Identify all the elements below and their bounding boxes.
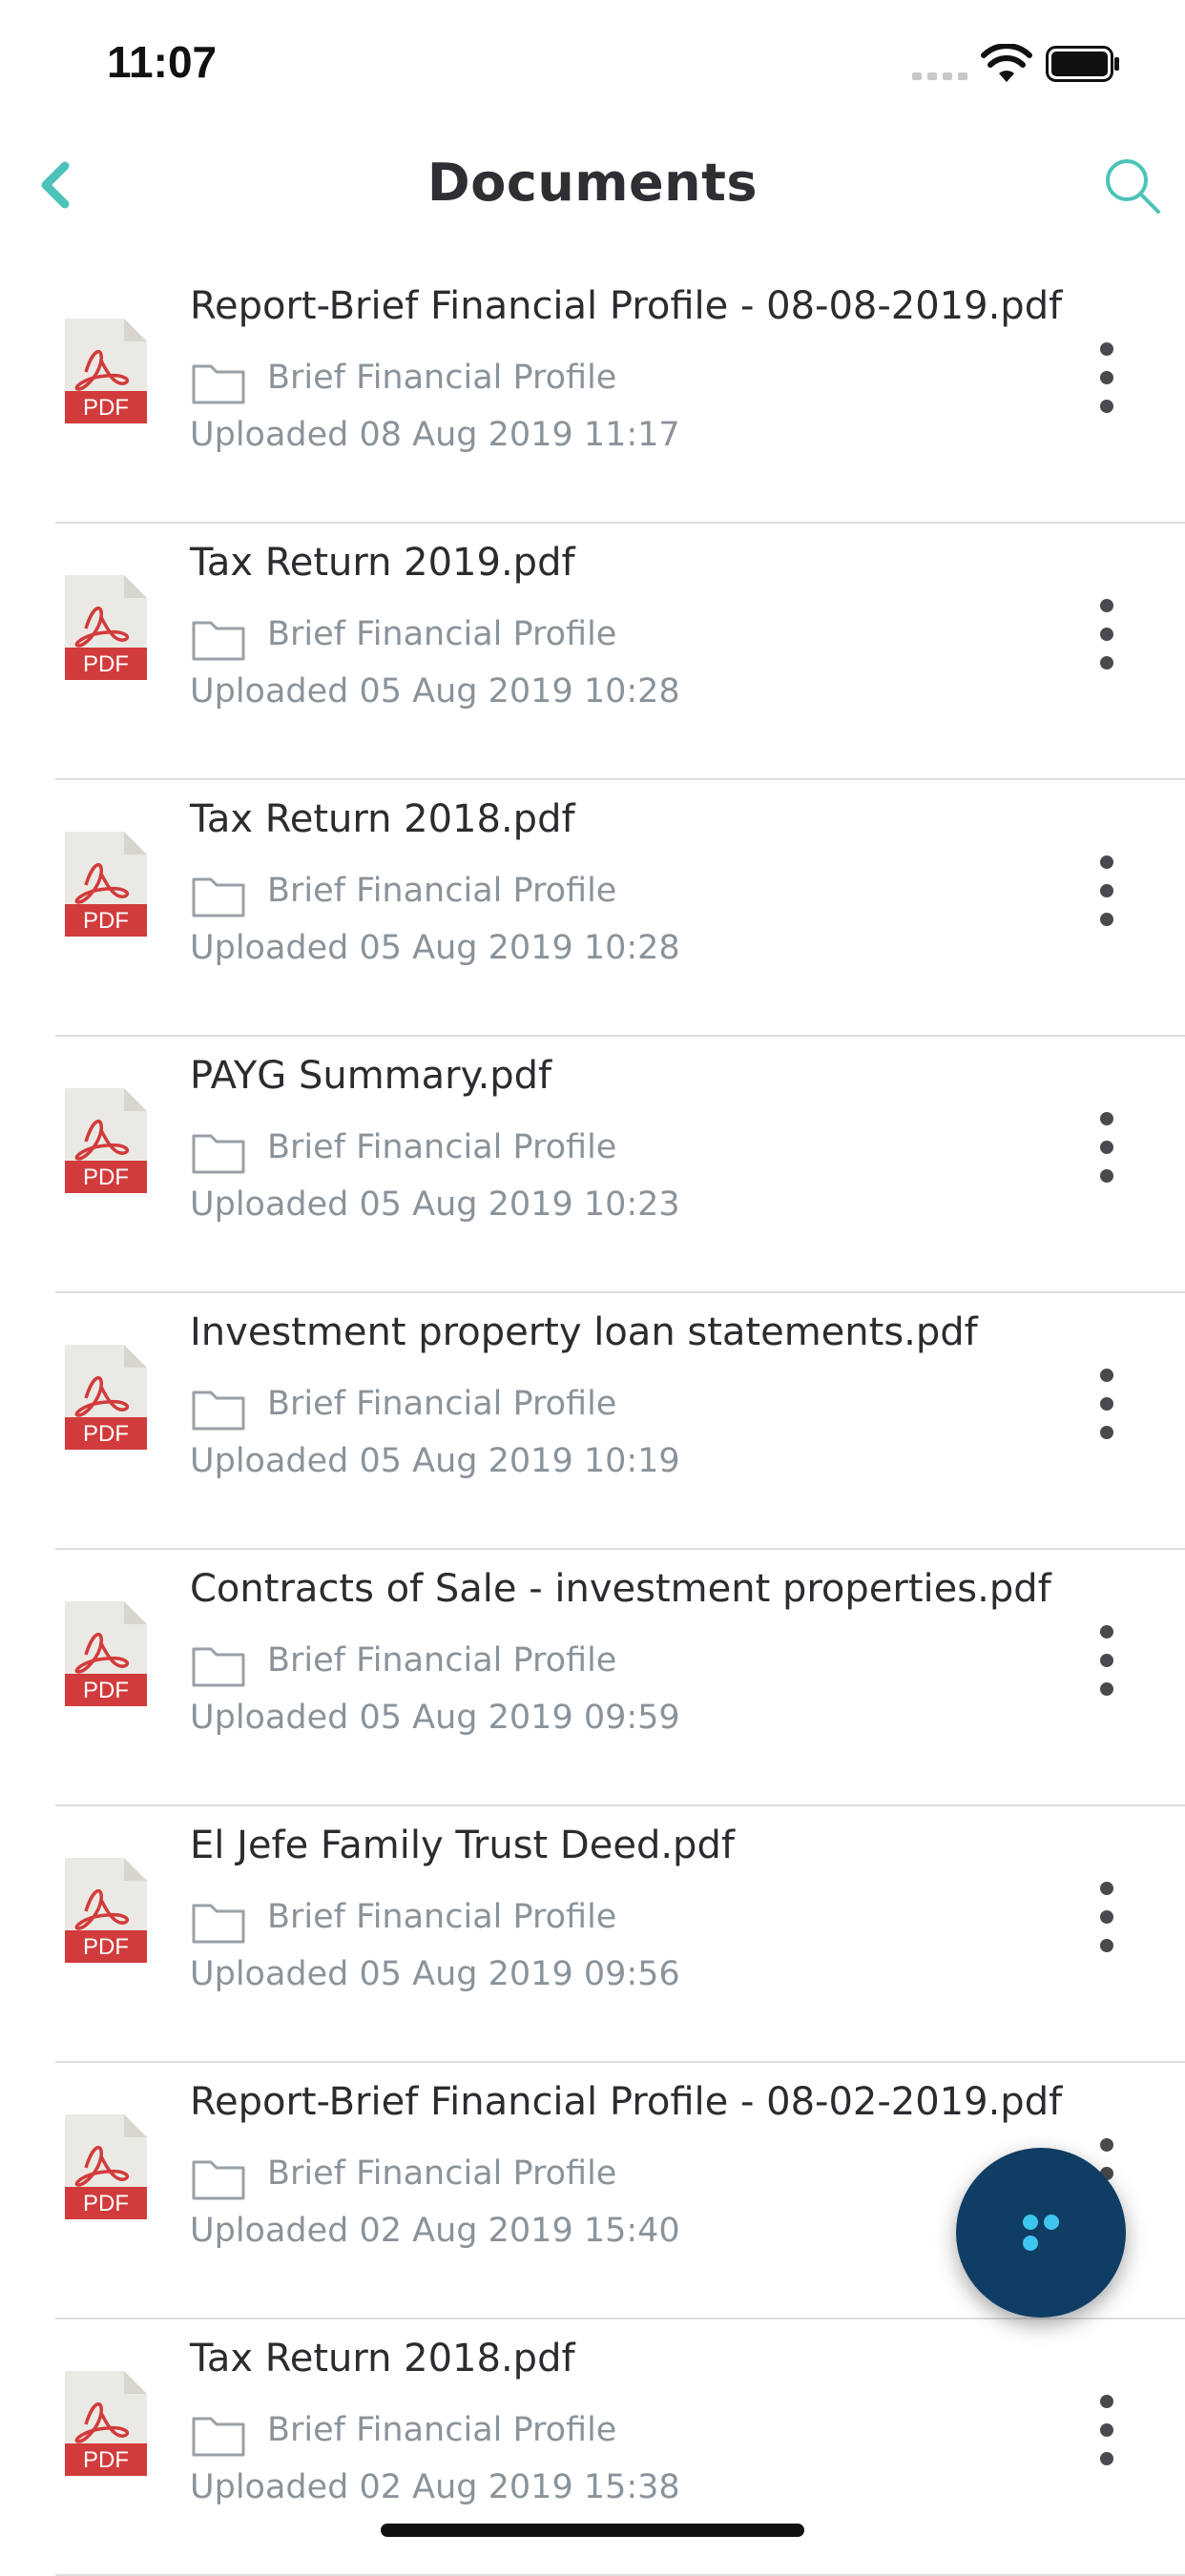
more-options-icon[interactable] (1088, 1109, 1126, 1185)
pdf-badge-label: PDF (83, 908, 129, 934)
folder-name: Brief Financial Profile (267, 2411, 617, 2449)
pdf-file-icon: PDF (65, 1601, 147, 1706)
pdf-file-icon: PDF (65, 832, 147, 937)
uploaded-timestamp: Uploaded 05 Aug 2019 10:23 (190, 1185, 680, 1224)
document-name: Tax Return 2018.pdf (190, 797, 575, 841)
more-options-icon[interactable] (1088, 1366, 1126, 1442)
folder-name: Brief Financial Profile (267, 2154, 617, 2193)
folder-icon (192, 1134, 245, 1174)
document-name: Tax Return 2019.pdf (190, 541, 575, 585)
home-indicator (381, 2524, 804, 2537)
uploaded-timestamp: Uploaded 05 Aug 2019 10:28 (190, 672, 680, 711)
document-name: Tax Return 2018.pdf (190, 2337, 575, 2380)
folder-icon (192, 877, 245, 917)
folder-name: Brief Financial Profile (267, 1898, 617, 1936)
folder-name: Brief Financial Profile (267, 359, 617, 397)
document-row[interactable]: PDF El Jefe Family Trust Deed.pdf Brief … (55, 1806, 1185, 2063)
pdf-badge-label: PDF (83, 1421, 129, 1447)
document-name: El Jefe Family Trust Deed.pdf (190, 1824, 735, 1867)
more-options-icon[interactable] (1088, 1879, 1126, 1955)
uploaded-timestamp: Uploaded 05 Aug 2019 09:59 (190, 1699, 680, 1737)
pdf-badge-label: PDF (83, 651, 129, 677)
document-name: Contracts of Sale - investment propertie… (190, 1567, 1051, 1611)
folder-name: Brief Financial Profile (267, 1385, 617, 1423)
pdf-file-icon: PDF (65, 2371, 147, 2476)
document-row[interactable]: PDF Tax Return 2019.pdf Brief Financial … (55, 524, 1185, 780)
pdf-badge-label: PDF (83, 2447, 129, 2473)
document-row[interactable]: PDF Tax Return 2018.pdf Brief Financial … (55, 780, 1185, 1037)
search-icon (1106, 159, 1160, 214)
document-name: Investment property loan statements.pdf (190, 1310, 978, 1354)
pdf-file-icon: PDF (65, 2114, 147, 2219)
cellular-signal-icon (912, 72, 967, 80)
pdf-file-icon: PDF (65, 1858, 147, 1963)
folder-icon (192, 2160, 245, 2200)
folder-icon (192, 2417, 245, 2457)
uploaded-timestamp: Uploaded 08 Aug 2019 11:17 (190, 416, 680, 454)
status-bar: 11:07 (0, 0, 1185, 124)
pdf-badge-label: PDF (83, 395, 129, 421)
pdf-file-icon: PDF (65, 1088, 147, 1193)
uploaded-timestamp: Uploaded 05 Aug 2019 10:28 (190, 929, 680, 967)
document-row[interactable]: PDF Tax Return 2018.pdf Brief Financial … (55, 2319, 1185, 2576)
pdf-badge-label: PDF (83, 1164, 129, 1190)
document-row[interactable]: PDF Report-Brief Financial Profile - 08-… (55, 267, 1185, 524)
folder-icon (192, 1647, 245, 1687)
uploaded-timestamp: Uploaded 02 Aug 2019 15:40 (190, 2212, 680, 2250)
more-options-icon[interactable] (1088, 340, 1126, 416)
pdf-badge-label: PDF (83, 1934, 129, 1960)
folder-icon (192, 1904, 245, 1944)
dots-grid-icon (1023, 2215, 1059, 2251)
uploaded-timestamp: Uploaded 05 Aug 2019 10:19 (190, 1442, 680, 1480)
floating-action-button[interactable] (956, 2148, 1126, 2318)
document-name: Report-Brief Financial Profile - 08-02-2… (190, 2080, 1063, 2124)
pdf-badge-label: PDF (83, 1678, 129, 1703)
folder-icon (192, 621, 245, 661)
more-options-icon[interactable] (1088, 2392, 1126, 2468)
folder-icon (192, 364, 245, 404)
folder-name: Brief Financial Profile (267, 615, 617, 653)
more-options-icon[interactable] (1088, 853, 1126, 929)
pdf-badge-label: PDF (83, 2191, 129, 2216)
uploaded-timestamp: Uploaded 05 Aug 2019 09:56 (190, 1955, 680, 1993)
navigation-bar: Documents (0, 134, 1185, 238)
document-row[interactable]: PDF PAYG Summary.pdf Brief Financial Pro… (55, 1037, 1185, 1293)
pdf-file-icon: PDF (65, 1345, 147, 1450)
search-button[interactable] (1099, 153, 1166, 219)
more-options-icon[interactable] (1088, 596, 1126, 672)
pdf-file-icon: PDF (65, 575, 147, 680)
pdf-file-icon: PDF (65, 319, 147, 423)
folder-name: Brief Financial Profile (267, 1128, 617, 1166)
more-options-icon[interactable] (1088, 1622, 1126, 1699)
uploaded-timestamp: Uploaded 02 Aug 2019 15:38 (190, 2468, 680, 2506)
battery-icon (1046, 46, 1119, 82)
document-name: PAYG Summary.pdf (190, 1054, 552, 1098)
document-row[interactable]: PDF Contracts of Sale - investment prope… (55, 1550, 1185, 1806)
folder-name: Brief Financial Profile (267, 872, 617, 910)
folder-name: Brief Financial Profile (267, 1641, 617, 1680)
document-row[interactable]: PDF Investment property loan statements.… (55, 1293, 1185, 1550)
document-name: Report-Brief Financial Profile - 08-08-2… (190, 284, 1063, 328)
page-title: Documents (426, 153, 759, 213)
folder-icon (192, 1391, 245, 1431)
wifi-icon (981, 44, 1032, 82)
status-time: 11:07 (107, 37, 218, 87)
